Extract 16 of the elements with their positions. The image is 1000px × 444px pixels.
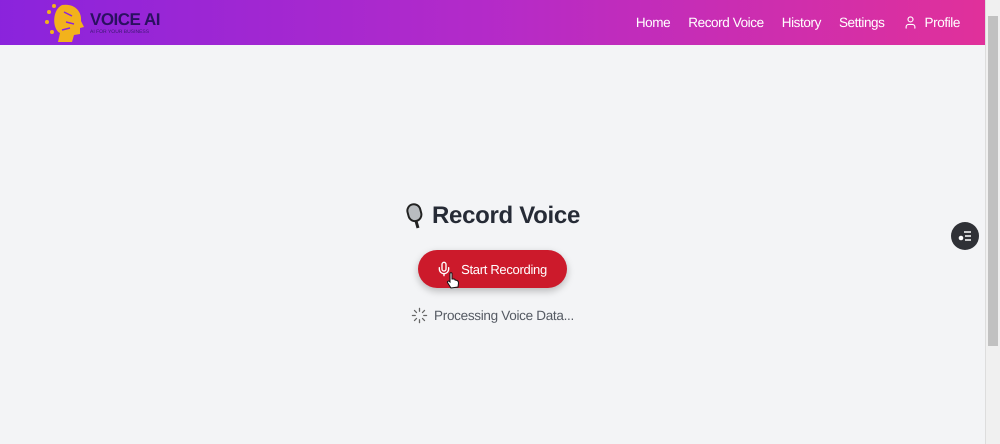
profile-link[interactable]: Profile xyxy=(902,15,960,30)
nav-link[interactable]: Record Voice xyxy=(688,15,764,30)
user-icon xyxy=(902,15,918,30)
page-title: Record Voice xyxy=(432,202,580,230)
microphone-icon xyxy=(436,261,452,277)
nav-link[interactable]: Settings xyxy=(838,15,885,30)
start-recording-button[interactable]: Start Recording xyxy=(418,250,567,288)
nav-link[interactable]: History xyxy=(782,15,821,30)
loading-spinner-icon xyxy=(411,307,428,324)
microphone-icon xyxy=(404,203,425,229)
status-text: Processing Voice Data... xyxy=(434,308,574,323)
list-icon xyxy=(958,230,972,242)
hand-cursor-icon xyxy=(446,272,460,289)
floating-menu-button[interactable] xyxy=(951,222,979,250)
nav-link[interactable]: Home xyxy=(636,15,670,30)
brand-name: VOICE AI xyxy=(90,10,160,28)
